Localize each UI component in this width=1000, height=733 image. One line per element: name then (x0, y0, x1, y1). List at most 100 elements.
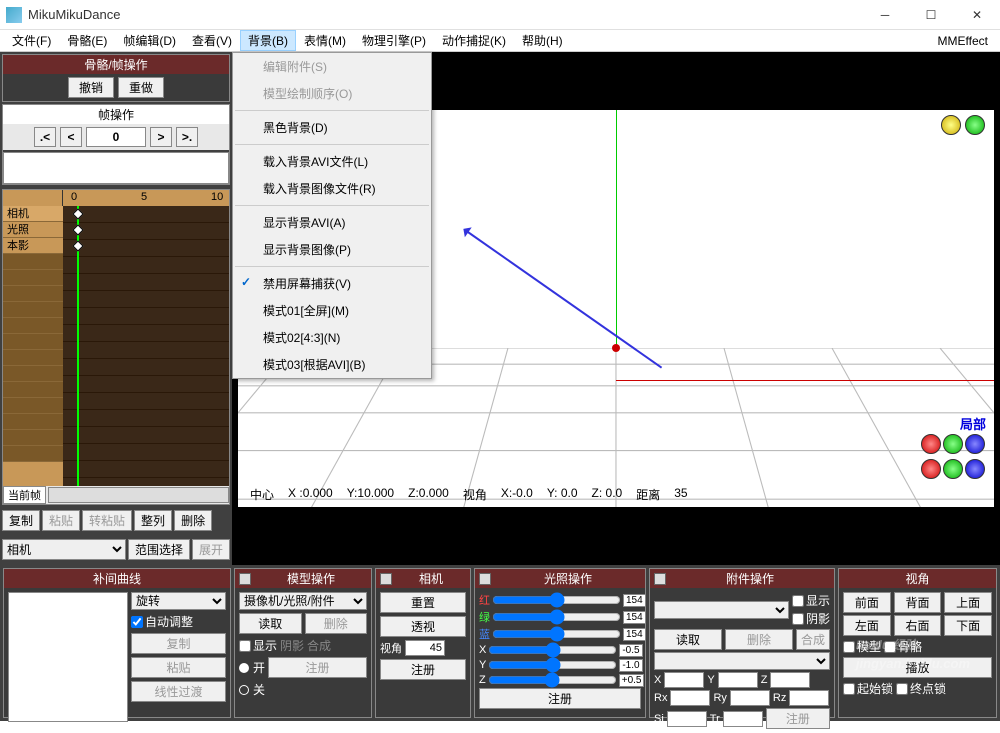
menu-draw-order[interactable]: 模型绘制顺序(O) (233, 80, 431, 107)
collapse-icon[interactable] (479, 573, 491, 585)
collapse-icon[interactable] (380, 573, 392, 585)
frame-first-button[interactable]: .< (34, 127, 56, 147)
keyframe[interactable] (72, 224, 83, 235)
camera-reset-button[interactable]: 重置 (380, 592, 466, 613)
keyframe[interactable] (72, 240, 83, 251)
zoom-icon[interactable] (941, 115, 961, 135)
light-z-slider[interactable] (488, 673, 617, 687)
view-left-button[interactable]: 左面 (843, 615, 891, 636)
angle-input[interactable] (405, 640, 445, 656)
paste-rev-button[interactable]: 转粘贴 (82, 510, 132, 531)
menu-bone[interactable]: 骨骼(E) (59, 30, 115, 51)
rot-y-icon[interactable] (943, 434, 963, 454)
acc-bone-select[interactable] (654, 652, 830, 670)
acc-tr-input[interactable] (723, 711, 763, 727)
model-register-button[interactable]: 注册 (268, 657, 367, 678)
acc-rz-input[interactable] (789, 690, 829, 706)
timeline-ruler[interactable]: 0 5 10 (3, 190, 229, 206)
menu-show-avi[interactable]: 显示背景AVI(A) (233, 209, 431, 236)
menu-file[interactable]: 文件(F) (4, 30, 59, 51)
menu-background[interactable]: 背景(B) (240, 30, 296, 51)
track-shadow[interactable]: 本影 (3, 238, 63, 254)
model-delete-button[interactable]: 删除 (305, 613, 368, 634)
camera-register-button[interactable]: 注册 (380, 659, 466, 680)
menu-disable-capture[interactable]: 禁用屏幕捕获(V) (233, 270, 431, 297)
frame-number-input[interactable] (86, 127, 146, 147)
collapse-icon[interactable] (239, 573, 251, 585)
menu-mode02[interactable]: 模式02[4:3](N) (233, 324, 431, 351)
light-y-slider[interactable] (488, 658, 617, 672)
acc-delete-button[interactable]: 删除 (725, 629, 793, 650)
frame-next-button[interactable]: > (150, 127, 172, 147)
auto-adjust-checkbox[interactable]: 自动调整 (131, 613, 226, 630)
view-bottom-button[interactable]: 下面 (944, 615, 992, 636)
model-ops-select[interactable]: 摄像机/光照/附件 (239, 592, 367, 610)
view-top-button[interactable]: 上面 (944, 592, 992, 613)
menu-edit-accessory[interactable]: 编辑附件(S) (233, 53, 431, 80)
timeline-scrollbar[interactable] (48, 487, 229, 503)
rot-z-icon[interactable] (965, 434, 985, 454)
menu-black-bg[interactable]: 黑色背景(D) (233, 114, 431, 141)
move-y-icon[interactable] (943, 459, 963, 479)
maximize-button[interactable]: ☐ (908, 0, 954, 30)
align-button[interactable]: 整列 (134, 510, 172, 531)
view-front-button[interactable]: 前面 (843, 592, 891, 613)
curve-copy-button[interactable]: 复制 (131, 633, 226, 654)
move-icon[interactable] (965, 115, 985, 135)
acc-si-input[interactable] (667, 711, 707, 727)
camera-persp-button[interactable]: 透视 (380, 616, 466, 637)
view-right-button[interactable]: 右面 (894, 615, 942, 636)
curve-paste-button[interactable]: 粘贴 (131, 657, 226, 678)
acc-y-input[interactable] (718, 672, 758, 688)
range-select-button[interactable]: 范围选择 (128, 539, 190, 560)
acc-z-input[interactable] (770, 672, 810, 688)
move-x-icon[interactable] (921, 459, 941, 479)
light-g-slider[interactable] (492, 610, 621, 624)
minimize-button[interactable]: ─ (862, 0, 908, 30)
collapse-icon[interactable] (654, 573, 666, 585)
frame-last-button[interactable]: >. (176, 127, 198, 147)
curve-editor[interactable] (8, 592, 128, 722)
curve-linear-button[interactable]: 线性过渡 (131, 681, 226, 702)
acc-rx-input[interactable] (670, 690, 710, 706)
menu-load-avi[interactable]: 载入背景AVI文件(L) (233, 148, 431, 175)
acc-ry-input[interactable] (730, 690, 770, 706)
acc-register-button[interactable]: 注册 (766, 708, 830, 729)
menu-mode03[interactable]: 模式03[根据AVI](B) (233, 351, 431, 378)
model-read-button[interactable]: 读取 (239, 613, 302, 634)
delete-button[interactable]: 删除 (174, 510, 212, 531)
track-camera[interactable]: 相机 (3, 206, 63, 222)
menu-view[interactable]: 查看(V) (184, 30, 240, 51)
rot-x-icon[interactable] (921, 434, 941, 454)
curve-mode-select[interactable]: 旋转 (131, 592, 226, 610)
close-button[interactable]: ✕ (954, 0, 1000, 30)
undo-button[interactable]: 撤销 (68, 77, 114, 98)
redo-button[interactable]: 重做 (118, 77, 164, 98)
move-z-icon[interactable] (965, 459, 985, 479)
menu-frame-edit[interactable]: 帧编辑(D) (115, 30, 184, 51)
menu-show-image[interactable]: 显示背景图像(P) (233, 236, 431, 263)
light-register-button[interactable]: 注册 (479, 688, 641, 709)
timeline-grid[interactable] (63, 206, 229, 486)
menu-mmeffect[interactable]: MMEffect (930, 32, 996, 50)
expand-button[interactable]: 展开 (192, 539, 230, 560)
menu-expression[interactable]: 表情(M) (296, 30, 354, 51)
acc-select[interactable] (654, 601, 789, 619)
track-light[interactable]: 光照 (3, 222, 63, 238)
copy-button[interactable]: 复制 (2, 510, 40, 531)
menu-mode01[interactable]: 模式01[全屏](M) (233, 297, 431, 324)
paste-button[interactable]: 粘贴 (42, 510, 80, 531)
keyframe[interactable] (72, 208, 83, 219)
light-b-slider[interactable] (492, 627, 621, 641)
menu-physics[interactable]: 物理引擎(P) (354, 30, 434, 51)
acc-compose-button[interactable]: 合成 (796, 629, 830, 650)
menu-load-image[interactable]: 载入背景图像文件(R) (233, 175, 431, 202)
view-back-button[interactable]: 背面 (894, 592, 942, 613)
play-button[interactable]: 播放 (843, 657, 992, 678)
light-x-slider[interactable] (488, 643, 617, 657)
acc-x-input[interactable] (664, 672, 704, 688)
menu-mocap[interactable]: 动作捕捉(K) (434, 30, 514, 51)
acc-read-button[interactable]: 读取 (654, 629, 722, 650)
menu-help[interactable]: 帮助(H) (514, 30, 571, 51)
frame-prev-button[interactable]: < (60, 127, 82, 147)
